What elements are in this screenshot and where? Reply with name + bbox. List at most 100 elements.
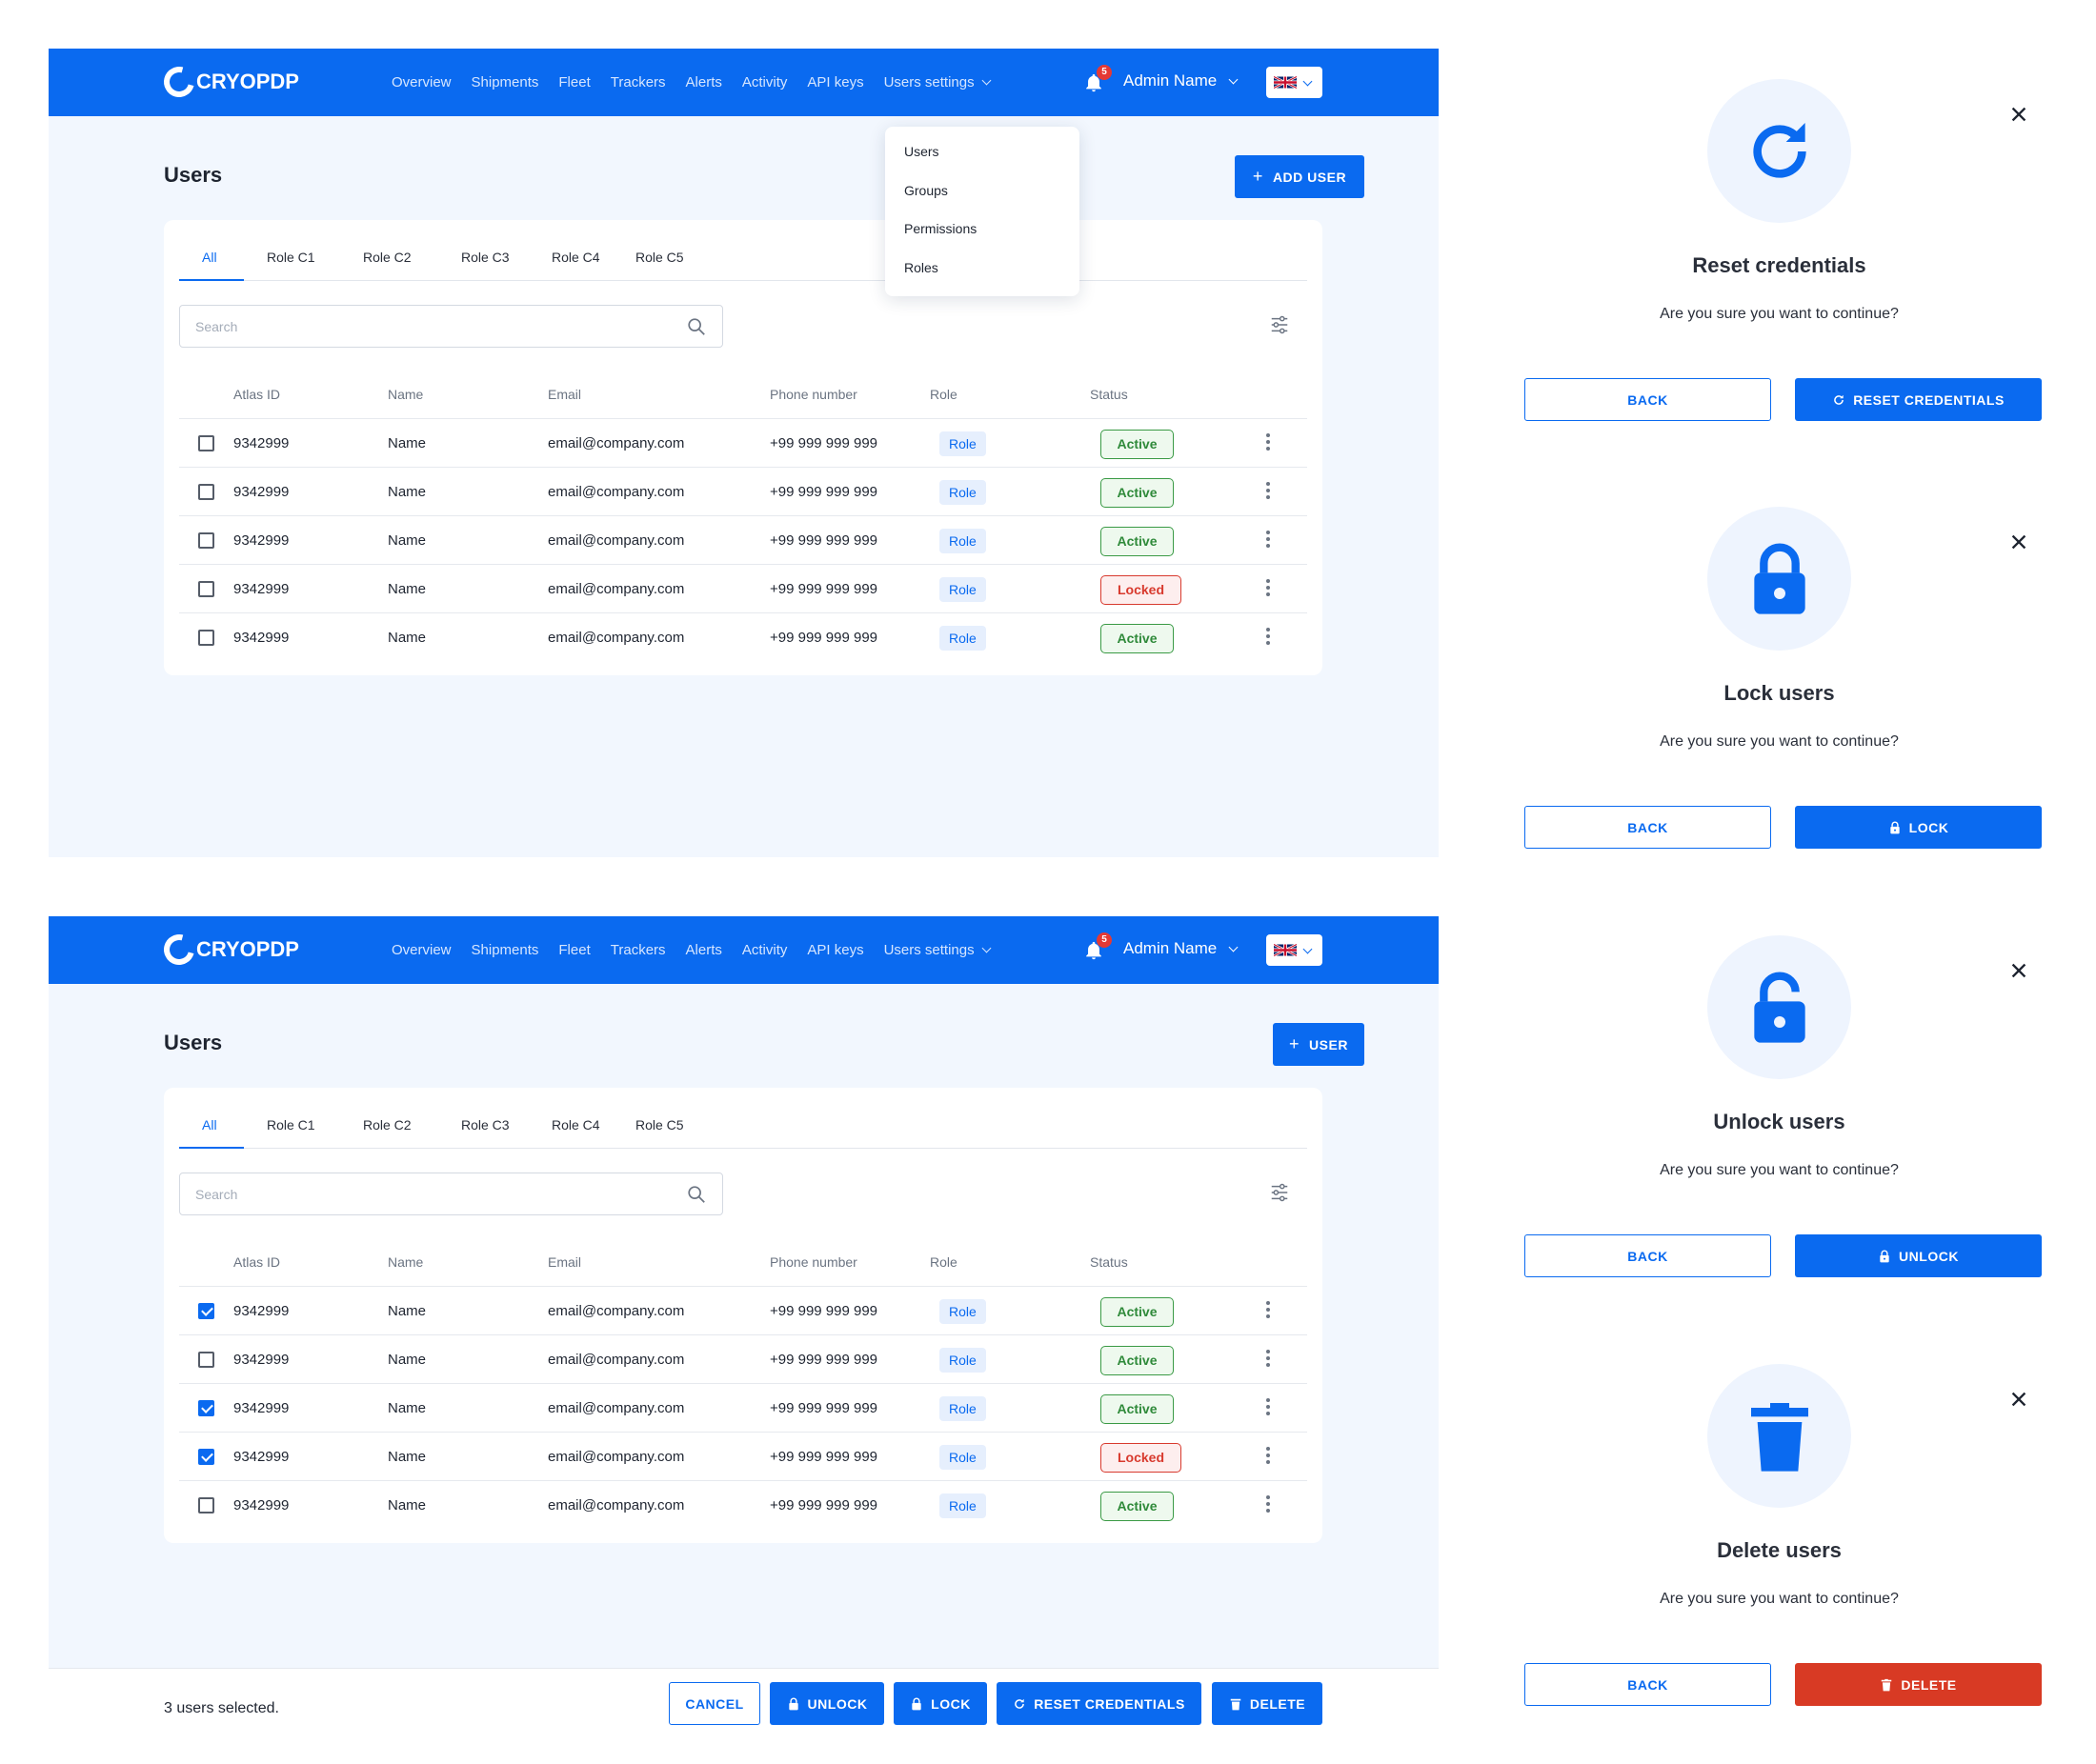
add-user-button[interactable]: + USER bbox=[1273, 1023, 1364, 1066]
nav-item-trackers[interactable]: Trackers bbox=[611, 74, 666, 90]
row-checkbox[interactable] bbox=[198, 532, 214, 549]
dropdown-item-permissions[interactable]: Permissions bbox=[904, 221, 977, 236]
row-menu-icon[interactable] bbox=[1265, 531, 1271, 551]
tab-role-c5[interactable]: Role C5 bbox=[635, 1117, 684, 1133]
table-row[interactable]: 9342999 Name email@company.com +99 999 9… bbox=[179, 1334, 1307, 1383]
cancel-button[interactable]: CANCEL bbox=[669, 1682, 760, 1725]
nav-item-alerts[interactable]: Alerts bbox=[686, 74, 722, 90]
admin-menu[interactable]: Admin Name bbox=[1123, 939, 1239, 958]
back-button[interactable]: BACK bbox=[1524, 378, 1771, 421]
add-user-button[interactable]: + ADD USER bbox=[1235, 155, 1364, 198]
row-checkbox[interactable] bbox=[198, 484, 214, 500]
language-selector[interactable] bbox=[1266, 67, 1322, 98]
search-input[interactable]: Search bbox=[179, 1173, 723, 1215]
row-checkbox[interactable] bbox=[198, 1352, 214, 1368]
column-header-email[interactable]: Email bbox=[548, 387, 581, 402]
row-menu-icon[interactable] bbox=[1265, 1447, 1271, 1468]
confirm-button[interactable]: DELETE bbox=[1795, 1663, 2042, 1706]
column-header-phone[interactable]: Phone number bbox=[770, 387, 857, 402]
nav-item-alerts[interactable]: Alerts bbox=[686, 942, 722, 958]
nav-item-activity[interactable]: Activity bbox=[742, 942, 788, 958]
confirm-button[interactable]: UNLOCK bbox=[1795, 1234, 2042, 1277]
nav-item-users-settings[interactable]: Users settings bbox=[884, 74, 992, 90]
row-menu-icon[interactable] bbox=[1265, 1398, 1271, 1419]
back-button[interactable]: BACK bbox=[1524, 806, 1771, 849]
close-icon[interactable] bbox=[2008, 1389, 2029, 1410]
column-header-role[interactable]: Role bbox=[930, 387, 957, 402]
column-header-status[interactable]: Status bbox=[1090, 1254, 1128, 1270]
nav-item-trackers[interactable]: Trackers bbox=[611, 942, 666, 958]
nav-item-activity[interactable]: Activity bbox=[742, 74, 788, 90]
column-header-role[interactable]: Role bbox=[930, 1254, 957, 1270]
reset-credentials-button[interactable]: RESET CREDENTIALS bbox=[997, 1682, 1201, 1725]
nav-item-api-keys[interactable]: API keys bbox=[807, 74, 863, 90]
unlock-button[interactable]: UNLOCK bbox=[770, 1682, 884, 1725]
tab-all[interactable]: All bbox=[202, 250, 217, 265]
column-header-atlas-id[interactable]: Atlas ID bbox=[233, 387, 280, 402]
tab-role-c3[interactable]: Role C3 bbox=[461, 1117, 510, 1133]
row-checkbox[interactable] bbox=[198, 1303, 214, 1319]
nav-item-fleet[interactable]: Fleet bbox=[558, 942, 590, 958]
tab-role-c1[interactable]: Role C1 bbox=[267, 1117, 315, 1133]
row-checkbox[interactable] bbox=[198, 435, 214, 451]
tab-role-c3[interactable]: Role C3 bbox=[461, 250, 510, 265]
nav-item-shipments[interactable]: Shipments bbox=[472, 942, 539, 958]
column-header-atlas-id[interactable]: Atlas ID bbox=[233, 1254, 280, 1270]
table-row[interactable]: 9342999 Name email@company.com +99 999 9… bbox=[179, 1286, 1307, 1334]
search-input[interactable]: Search bbox=[179, 305, 723, 348]
row-menu-icon[interactable] bbox=[1265, 628, 1271, 649]
row-checkbox[interactable] bbox=[198, 1449, 214, 1465]
search-icon[interactable] bbox=[686, 316, 707, 337]
dropdown-item-roles[interactable]: Roles bbox=[904, 260, 938, 275]
tab-role-c2[interactable]: Role C2 bbox=[363, 250, 412, 265]
dropdown-item-users[interactable]: Users bbox=[904, 144, 939, 159]
table-row[interactable]: 9342999 Name email@company.com +99 999 9… bbox=[179, 1432, 1307, 1480]
close-icon[interactable] bbox=[2008, 960, 2029, 981]
delete-button[interactable]: DELETE bbox=[1212, 1682, 1322, 1725]
tab-all[interactable]: All bbox=[202, 1117, 217, 1133]
table-row[interactable]: 9342999 Name email@company.com +99 999 9… bbox=[179, 515, 1307, 564]
column-header-email[interactable]: Email bbox=[548, 1254, 581, 1270]
search-icon[interactable] bbox=[686, 1184, 707, 1205]
row-menu-icon[interactable] bbox=[1265, 482, 1271, 503]
cryopdp-logo[interactable]: CRYOPDP bbox=[158, 929, 299, 971]
row-checkbox[interactable] bbox=[198, 630, 214, 646]
table-row[interactable]: 9342999 Name email@company.com +99 999 9… bbox=[179, 418, 1307, 467]
admin-menu[interactable]: Admin Name bbox=[1123, 71, 1239, 90]
row-checkbox[interactable] bbox=[198, 1497, 214, 1513]
nav-item-api-keys[interactable]: API keys bbox=[807, 942, 863, 958]
tab-role-c4[interactable]: Role C4 bbox=[552, 250, 600, 265]
row-menu-icon[interactable] bbox=[1265, 1350, 1271, 1371]
close-icon[interactable] bbox=[2008, 104, 2029, 125]
table-row[interactable]: 9342999 Name email@company.com +99 999 9… bbox=[179, 1383, 1307, 1432]
column-header-status[interactable]: Status bbox=[1090, 387, 1128, 402]
table-row[interactable]: 9342999 Name email@company.com +99 999 9… bbox=[179, 1480, 1307, 1529]
filter-settings-icon[interactable] bbox=[1269, 1182, 1290, 1203]
nav-item-users-settings[interactable]: Users settings bbox=[884, 942, 992, 958]
lock-button[interactable]: LOCK bbox=[894, 1682, 987, 1725]
close-icon[interactable] bbox=[2008, 531, 2029, 552]
nav-item-overview[interactable]: Overview bbox=[392, 74, 452, 90]
tab-role-c1[interactable]: Role C1 bbox=[267, 250, 315, 265]
back-button[interactable]: BACK bbox=[1524, 1234, 1771, 1277]
table-row[interactable]: 9342999 Name email@company.com +99 999 9… bbox=[179, 467, 1307, 515]
table-row[interactable]: 9342999 Name email@company.com +99 999 9… bbox=[179, 612, 1307, 661]
tab-role-c4[interactable]: Role C4 bbox=[552, 1117, 600, 1133]
column-header-name[interactable]: Name bbox=[388, 1254, 423, 1270]
confirm-button[interactable]: LOCK bbox=[1795, 806, 2042, 849]
nav-item-fleet[interactable]: Fleet bbox=[558, 74, 590, 90]
nav-item-shipments[interactable]: Shipments bbox=[472, 74, 539, 90]
row-menu-icon[interactable] bbox=[1265, 579, 1271, 600]
back-button[interactable]: BACK bbox=[1524, 1663, 1771, 1706]
confirm-button[interactable]: RESET CREDENTIALS bbox=[1795, 378, 2042, 421]
row-checkbox[interactable] bbox=[198, 581, 214, 597]
tab-role-c5[interactable]: Role C5 bbox=[635, 250, 684, 265]
table-row[interactable]: 9342999 Name email@company.com +99 999 9… bbox=[179, 564, 1307, 612]
row-checkbox[interactable] bbox=[198, 1400, 214, 1416]
row-menu-icon[interactable] bbox=[1265, 1301, 1271, 1322]
tab-role-c2[interactable]: Role C2 bbox=[363, 1117, 412, 1133]
language-selector[interactable] bbox=[1266, 934, 1322, 966]
row-menu-icon[interactable] bbox=[1265, 433, 1271, 454]
filter-settings-icon[interactable] bbox=[1269, 314, 1290, 335]
column-header-name[interactable]: Name bbox=[388, 387, 423, 402]
